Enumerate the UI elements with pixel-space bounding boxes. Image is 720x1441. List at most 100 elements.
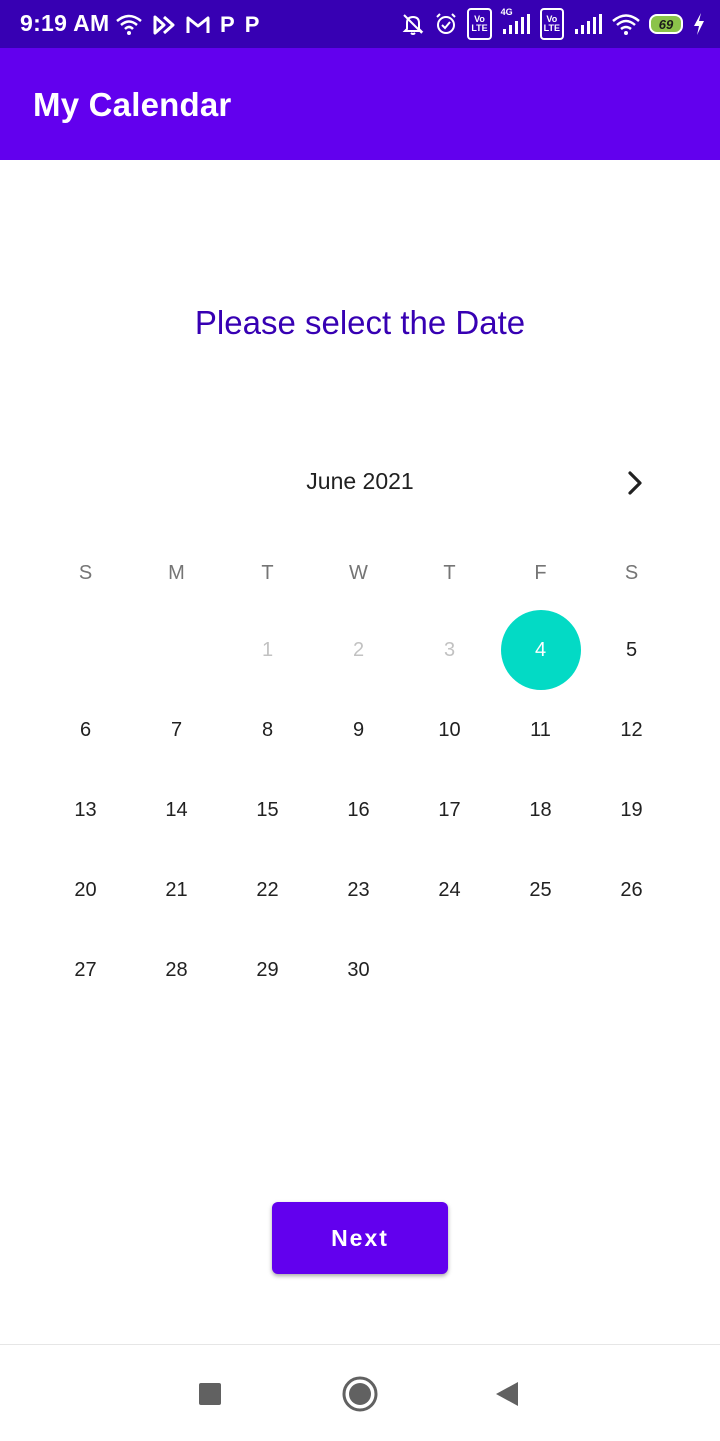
day-cell[interactable]: 11 [495, 690, 586, 770]
weekday-label: S [78, 562, 93, 584]
day-number: 30 [347, 958, 370, 981]
back-button[interactable] [482, 1369, 532, 1419]
day-cell: 2 [313, 610, 404, 690]
recents-button[interactable] [185, 1369, 235, 1419]
day-number: 3 [443, 638, 456, 661]
p-icon: P [220, 12, 235, 37]
day-number: 14 [165, 798, 188, 821]
day-cell[interactable]: 13 [40, 770, 131, 850]
day-number: 8 [261, 718, 274, 741]
weekday-row: S M T W T F S [40, 562, 677, 585]
day-number: 4 [500, 610, 581, 690]
day-cell[interactable]: 18 [495, 770, 586, 850]
day-number: 11 [530, 718, 551, 741]
day-cell[interactable]: 21 [131, 850, 222, 930]
charging-icon [692, 11, 706, 37]
day-number: 9 [352, 718, 365, 741]
day-cell[interactable]: 22 [222, 850, 313, 930]
next-button[interactable]: Next [272, 1202, 448, 1274]
day-number: 29 [256, 958, 279, 981]
month-label: June 2021 [306, 468, 414, 494]
day-cell[interactable]: 10 [404, 690, 495, 770]
app-bar: My Calendar [0, 48, 720, 160]
weekday-label: T [261, 562, 274, 584]
day-cell[interactable]: 17 [404, 770, 495, 850]
day-cell[interactable]: 20 [40, 850, 131, 930]
prompt-text: Please select the Date [194, 304, 526, 341]
calendar-grid: 1 2 3 4 5 6 7 8 9 10 11 12 13 14 15 16 17 18 19 20 21 22 23 24 2… [40, 610, 677, 1010]
day-number: 16 [347, 798, 370, 821]
day-cell[interactable]: 30 [313, 930, 404, 1010]
battery-level: 69 [649, 14, 683, 34]
status-bar: 9:19 AM P P Vo LTE 4G Vo LTE 69 [0, 0, 720, 48]
day-cell[interactable]: 29 [222, 930, 313, 1010]
day-cell[interactable]: 15 [222, 770, 313, 850]
day-cell[interactable]: 23 [313, 850, 404, 930]
day-number: 15 [256, 798, 279, 821]
weekday-label: M [168, 562, 185, 584]
alarm-icon [434, 11, 458, 37]
day-cell[interactable]: 28 [131, 930, 222, 1010]
day-number: 1 [261, 638, 274, 661]
day-cell[interactable]: 12 [586, 690, 677, 770]
weekday-label: F [534, 562, 547, 584]
day-number: 13 [74, 798, 97, 821]
day-number: 17 [438, 798, 461, 821]
volte-icon: Vo LTE [539, 8, 564, 40]
day-number: 26 [620, 878, 643, 901]
weekday-label: S [624, 562, 639, 584]
day-number: 7 [170, 718, 183, 741]
p-icon: P [244, 12, 260, 37]
empty-day-cell [40, 610, 131, 690]
home-icon [342, 1376, 378, 1412]
empty-day-cell [131, 610, 222, 690]
day-number: 18 [529, 798, 552, 821]
wifi-icon [612, 11, 640, 37]
day-cell[interactable]: 9 [313, 690, 404, 770]
day-cell[interactable]: 25 [495, 850, 586, 930]
day-cell: 1 [222, 610, 313, 690]
day-number: 21 [165, 878, 188, 901]
day-number: 12 [620, 718, 643, 741]
day-number: 27 [74, 958, 97, 981]
recents-icon [199, 1383, 221, 1405]
day-cell[interactable]: 14 [131, 770, 222, 850]
gmail-icon [186, 12, 210, 38]
calendar-header: June 2021 [0, 466, 720, 500]
chevron-right-icon [628, 471, 642, 495]
app-icon [152, 12, 176, 38]
selected-day-cell[interactable]: 4 [495, 610, 586, 690]
day-cell[interactable]: 26 [586, 850, 677, 930]
status-right-icons: Vo LTE 4G Vo LTE 69 [401, 7, 706, 40]
day-number: 28 [165, 958, 188, 981]
day-cell[interactable]: 16 [313, 770, 404, 850]
back-icon [496, 1382, 518, 1406]
day-cell[interactable]: 24 [404, 850, 495, 930]
day-number: 19 [620, 798, 643, 821]
volte-icon: Vo LTE [467, 8, 492, 40]
next-month-button[interactable] [618, 466, 652, 500]
day-number: 6 [79, 718, 92, 741]
day-cell: 3 [404, 610, 495, 690]
day-number: 2 [352, 638, 365, 661]
day-cell[interactable]: 7 [131, 690, 222, 770]
weekday-label: T [443, 562, 456, 584]
navigation-bar [0, 1344, 720, 1441]
day-number: 5 [625, 638, 638, 661]
status-time: 9:19 AM [20, 10, 110, 36]
signal-icon [573, 11, 603, 37]
day-cell[interactable]: 8 [222, 690, 313, 770]
day-number: 20 [74, 878, 97, 901]
wifi-icon [116, 12, 142, 38]
day-number: 10 [438, 718, 461, 741]
day-number: 25 [529, 878, 552, 901]
day-cell[interactable]: 19 [586, 770, 677, 850]
day-cell[interactable]: 6 [40, 690, 131, 770]
battery-icon: 69 [649, 11, 683, 37]
day-number: 22 [256, 878, 279, 901]
weekday-label: W [349, 562, 368, 584]
day-cell[interactable]: 27 [40, 930, 131, 1010]
day-cell[interactable]: 5 [586, 610, 677, 690]
day-number: 24 [438, 878, 461, 901]
home-button[interactable] [335, 1369, 385, 1419]
